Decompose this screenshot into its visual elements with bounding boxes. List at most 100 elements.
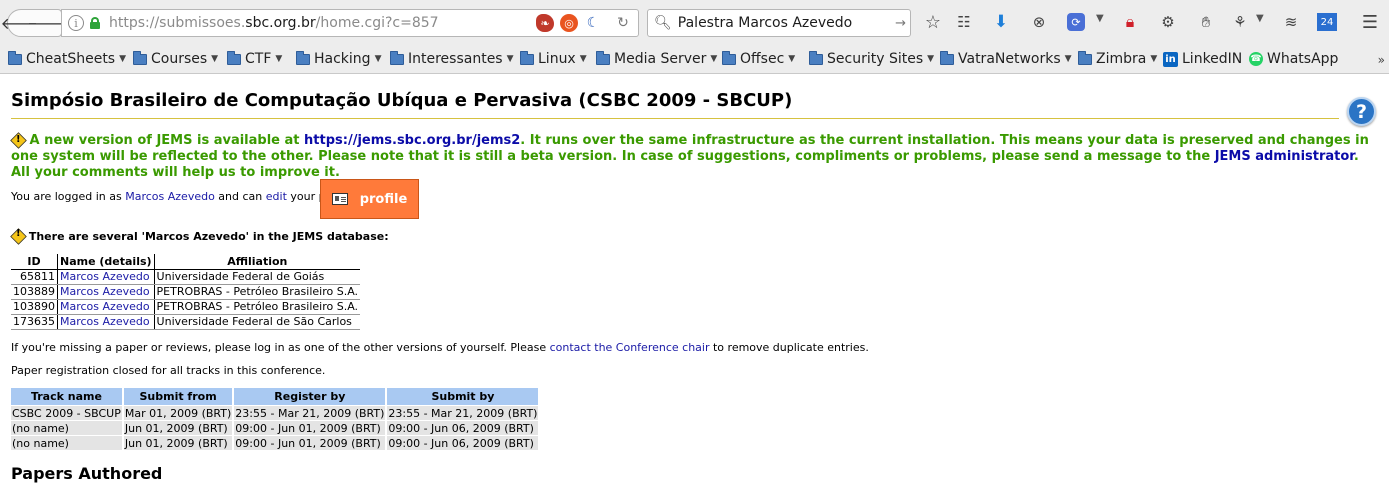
close-circle-icon[interactable]: ⊗ <box>1028 11 1050 33</box>
cell-track-name: CSBC 2009 - SBCUP <box>11 405 122 420</box>
search-go-icon[interactable]: → <box>895 16 906 31</box>
column-header-submit-from: Submit from <box>123 388 233 405</box>
tornado-icon[interactable]: ≋ <box>1280 11 1302 33</box>
login-prefix: You are logged in as <box>11 190 126 203</box>
search-value: Palestra Marcos Azevedo <box>677 15 853 31</box>
edit-profile-link[interactable]: edit <box>266 190 287 203</box>
cell-register-by: 09:00 - Jun 01, 2009 (BRT) <box>234 420 386 435</box>
bookmark-star-icon[interactable]: ☆ <box>922 11 944 33</box>
bookmark-folder-cheatsheets[interactable]: CheatSheets ▼ <box>8 50 126 68</box>
page-content: Simpósio Brasileiro de Computação Ubíqua… <box>0 75 1389 488</box>
folder-icon <box>809 50 823 65</box>
tracks-table: Track name Submit from Register by Submi… <box>9 388 540 450</box>
bookmark-folder-offsec[interactable]: Offsec ▼ <box>722 50 795 68</box>
bookmark-folder-interessantes[interactable]: Interessantes ▼ <box>390 50 514 68</box>
bookmark-label: VatraNetworks <box>958 51 1061 67</box>
gear-extension-icon[interactable]: ⚙ <box>1157 11 1179 33</box>
bookmark-folder-linux[interactable]: Linux ▼ <box>520 50 587 68</box>
site-info-icon[interactable]: i <box>68 15 84 31</box>
cell-submit-by: 09:00 - Jun 06, 2009 (BRT) <box>387 420 539 435</box>
bookmark-linkedin[interactable]: in LinkedIN <box>1163 50 1242 68</box>
cell-register-by: 09:00 - Jun 01, 2009 (BRT) <box>234 435 386 450</box>
warning-icon <box>11 132 25 148</box>
whatsapp-icon: ☎ <box>1249 52 1263 66</box>
cell-id: 103890 <box>11 299 58 315</box>
bookmark-label: CTF <box>245 51 272 67</box>
duplicate-notice-text: There are several 'Marcos Azevedo' in th… <box>28 230 389 243</box>
chevron-down-icon-2[interactable]: ▼ <box>1256 13 1264 24</box>
feather-extension-icon[interactable]: ❧ <box>536 14 554 32</box>
folder-icon <box>390 50 404 65</box>
bookmark-folder-media-server[interactable]: Media Server ▼ <box>596 50 717 68</box>
table-header-row: ID Name (details) Affiliation <box>11 254 361 270</box>
chevron-down-icon: ▼ <box>374 54 382 64</box>
bookmark-folder-ctf[interactable]: CTF ▼ <box>227 50 282 68</box>
author-link[interactable]: Marcos Azevedo <box>60 315 150 328</box>
url-bar[interactable]: i https://submissoes. sbc.org.br/home.cgi… <box>61 9 639 37</box>
bookmark-folder-courses[interactable]: Courses ▼ <box>133 50 218 68</box>
bookmarks-overflow-icon[interactable]: » <box>1378 53 1385 67</box>
calendar-icon[interactable]: 24 <box>1317 13 1337 31</box>
author-link[interactable]: Marcos Azevedo <box>60 270 150 283</box>
folder-icon <box>8 50 22 65</box>
id-card-icon <box>331 193 348 205</box>
cell-id: 173635 <box>11 314 58 330</box>
cell-affiliation: PETROBRAS - Petróleo Brasileiro S.A. <box>154 284 361 300</box>
author-link[interactable]: Marcos Azevedo <box>60 300 150 313</box>
chevron-down-icon: ▼ <box>1064 54 1072 64</box>
author-link[interactable]: Marcos Azevedo <box>60 285 150 298</box>
profile-button[interactable]: profile <box>320 179 419 219</box>
chevron-down-icon: ▼ <box>788 54 796 64</box>
cell-submit-by: 09:00 - Jun 06, 2009 (BRT) <box>387 435 539 450</box>
chevron-down-icon: ▼ <box>927 54 935 64</box>
table-header-row: Track name Submit from Register by Submi… <box>11 388 539 405</box>
chevron-down-icon: ▼ <box>506 54 514 64</box>
hand-icon[interactable]: ✋︎ <box>1195 11 1217 33</box>
pocket-icon[interactable]: ⟳ <box>1067 13 1085 31</box>
user-link[interactable]: Marcos Azevedo <box>125 190 215 203</box>
folder-icon <box>227 50 241 65</box>
chevron-down-icon: ▼ <box>579 54 587 64</box>
cell-affiliation: PETROBRAS - Petróleo Brasileiro S.A. <box>154 299 361 315</box>
search-bar[interactable]: 🔍︎ Palestra Marcos Azevedo → <box>647 9 911 37</box>
bookmark-folder-vatranetworks[interactable]: VatraNetworks ▼ <box>940 50 1072 68</box>
padlock-icon[interactable]: 🔒︎ <box>1119 11 1141 33</box>
folder-icon <box>722 50 736 65</box>
contact-chair-link[interactable]: contact the Conference chair <box>550 341 710 354</box>
reading-list-icon[interactable]: ☷ <box>953 11 975 33</box>
download-icon[interactable]: ⬇ <box>990 11 1012 33</box>
hamburger-menu-icon[interactable]: ☰ <box>1359 11 1381 33</box>
folder-icon <box>596 50 610 65</box>
registration-closed-text: Paper registration closed for all tracks… <box>11 364 326 377</box>
folder-icon <box>296 50 310 65</box>
bookmark-whatsapp[interactable]: ☎ WhatsApp <box>1249 50 1338 68</box>
table-row: 103889 Marcos Azevedo PETROBRAS - Petról… <box>11 284 361 300</box>
table-row: (no name) Jun 01, 2009 (BRT) 09:00 - Jun… <box>11 420 539 435</box>
missing-paper-note: If you're missing a paper or reviews, pl… <box>11 341 869 354</box>
bookmark-label: Offsec <box>740 51 785 67</box>
search-icon: 🔍︎ <box>654 15 672 31</box>
jems-admin-link[interactable]: JEMS administrator <box>1215 149 1354 164</box>
bookmark-label: CheatSheets <box>26 51 116 67</box>
bookmark-label: Media Server <box>614 51 707 67</box>
bookmark-label: Security Sites <box>827 51 924 67</box>
reload-icon[interactable]: ↻ <box>614 14 632 32</box>
table-row: CSBC 2009 - SBCUP Mar 01, 2009 (BRT) 23:… <box>11 405 539 420</box>
ubuntu-icon[interactable]: ◎ <box>560 14 578 32</box>
cell-track-name: (no name) <box>11 420 122 435</box>
table-row: 173635 Marcos Azevedo Universidade Feder… <box>11 314 361 330</box>
bookmark-folder-zimbra[interactable]: Zimbra ▼ <box>1078 50 1157 68</box>
login-status: You are logged in as Marcos Azevedo and … <box>11 190 357 203</box>
jems2-link[interactable]: https://jems.sbc.org.br/jems2 <box>304 133 520 148</box>
column-header-affiliation: Affiliation <box>154 254 361 270</box>
cell-name: Marcos Azevedo <box>57 284 155 300</box>
forward-button[interactable]: 🡒 <box>27 9 70 37</box>
chevron-down-icon[interactable]: ▼ <box>1096 13 1104 24</box>
bug-icon[interactable]: ⚘ <box>1229 11 1251 33</box>
bookmark-folder-security-sites[interactable]: Security Sites ▼ <box>809 50 934 68</box>
bookmark-label: Hacking <box>314 51 371 67</box>
help-icon[interactable]: ? <box>1347 97 1376 126</box>
moon-icon[interactable]: ☾ <box>584 14 602 32</box>
bookmark-folder-hacking[interactable]: Hacking ▼ <box>296 50 381 68</box>
url-host: sbc.org.br <box>245 15 316 31</box>
